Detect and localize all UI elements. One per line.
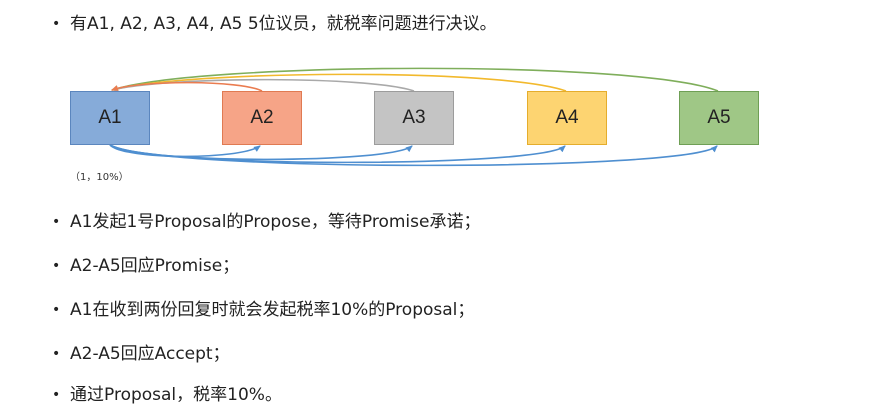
reply-arrow-a5	[111, 67, 719, 92]
step-text: 通过Proposal，税率10%。	[70, 385, 282, 405]
step-text: A2-A5回应Promise；	[70, 256, 240, 276]
bullet-dot: •	[52, 214, 61, 230]
proposal-note: （1，10%）	[70, 172, 129, 183]
bullet-dot: •	[52, 387, 61, 403]
node-a3: A3	[374, 91, 454, 145]
request-arrow-a3	[109, 144, 413, 161]
node-a5: A5	[679, 91, 759, 145]
step-bullet-4: • A2-A5回应Accept；	[52, 343, 230, 365]
bullet-dot: •	[52, 302, 61, 318]
step-text: A1在收到两份回复时就会发起税率10%的Proposal；	[70, 300, 475, 320]
node-a4: A4	[527, 91, 607, 145]
step-bullet-3: • A1在收到两份回复时就会发起税率10%的Proposal；	[52, 299, 474, 321]
step-text: A2-A5回应Accept；	[70, 344, 230, 364]
step-bullet-2: • A2-A5回应Promise；	[52, 255, 239, 277]
bullet-dot: •	[52, 258, 61, 274]
step-bullet-1: • A1发起1号Proposal的Propose，等待Promise承诺；	[52, 211, 480, 233]
step-text: A1发起1号Proposal的Propose，等待Promise承诺；	[70, 212, 481, 232]
bullet-dot: •	[52, 346, 61, 362]
request-arrow-a4	[109, 144, 566, 164]
node-a1: A1	[70, 91, 150, 145]
node-a2: A2	[222, 91, 302, 145]
step-bullet-5: • 通过Proposal，税率10%。	[52, 384, 282, 406]
